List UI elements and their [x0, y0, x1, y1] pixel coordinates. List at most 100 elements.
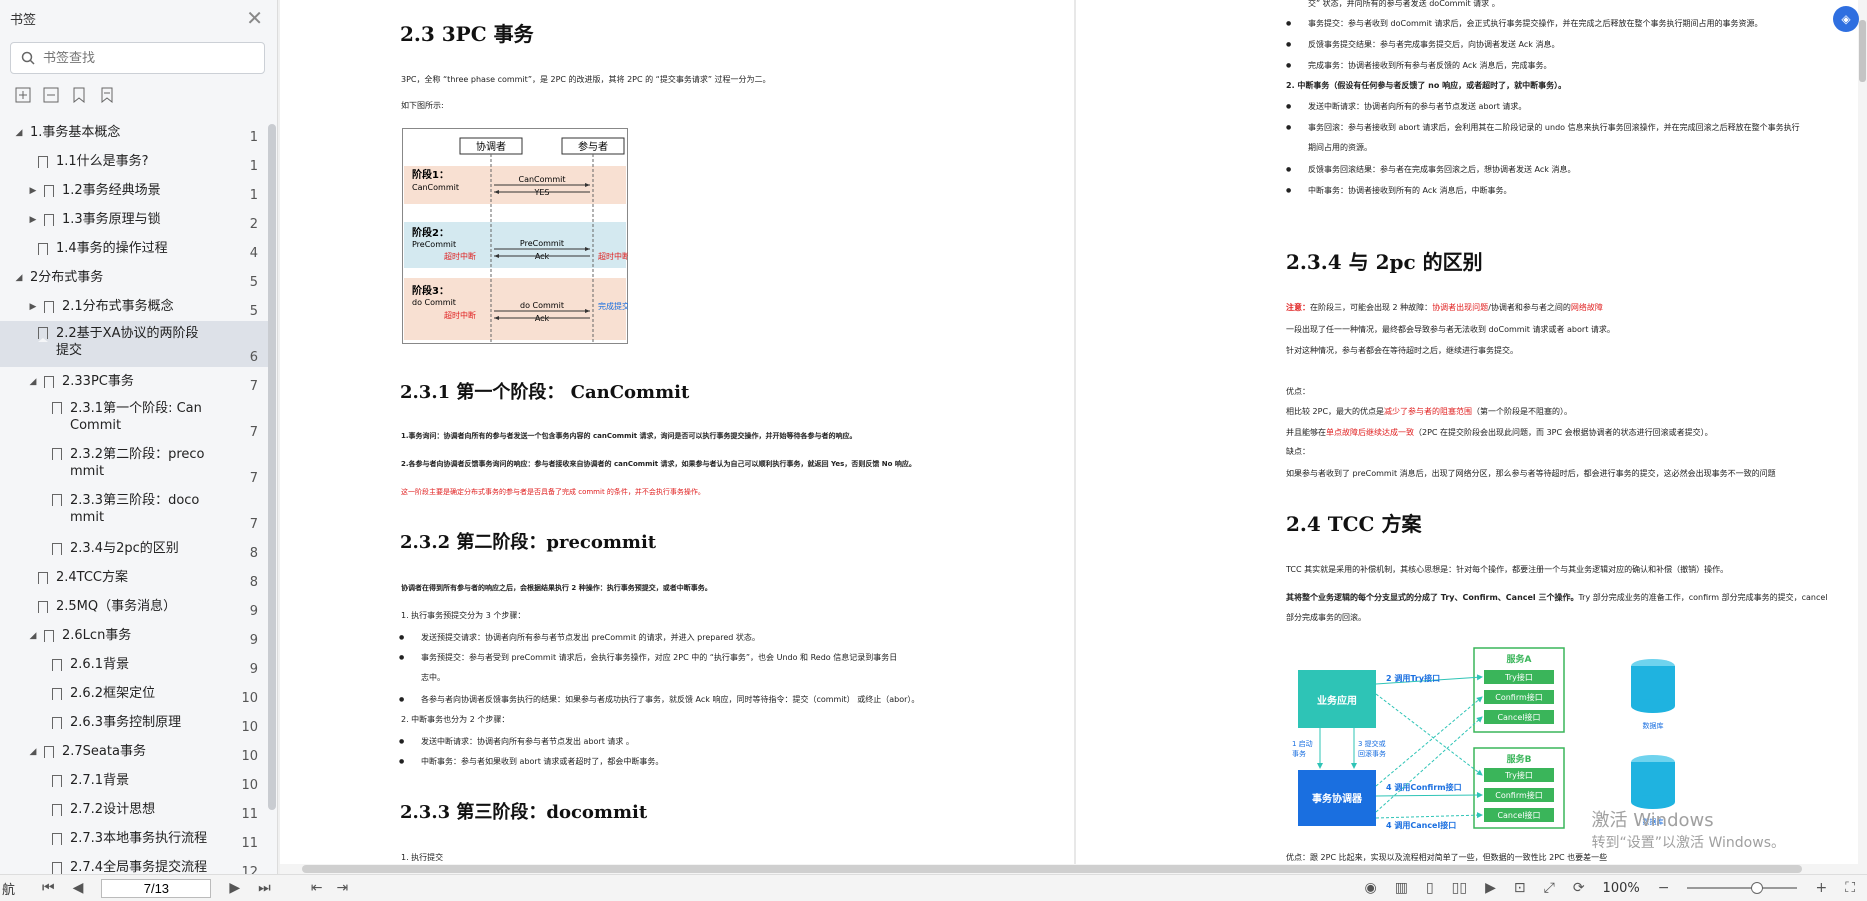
bookmark-item[interactable]: 2.7.4全局事务提交流程 12 — [0, 853, 268, 874]
bookmark-item[interactable]: 1.1什么是事务? 1 — [0, 147, 268, 176]
horizontal-scrollbar[interactable] — [280, 864, 1867, 874]
bookmark-page: 11 — [241, 806, 258, 822]
single-page-icon[interactable]: ▯ — [1426, 880, 1434, 896]
bookmark-item[interactable]: 2.3.2第二阶段：precommit 7 — [0, 442, 268, 488]
zoom-slider[interactable] — [1687, 882, 1798, 894]
collapsed-arrow-icon[interactable]: ▶ — [28, 302, 38, 312]
bookmark-item[interactable]: 2.6.3事务控制原理 10 — [0, 708, 268, 737]
bookmark-item[interactable]: 2.7.2设计思想 11 — [0, 795, 268, 824]
bookmark-item[interactable]: 2.6.1背景 9 — [0, 650, 268, 679]
last-page-icon[interactable]: ⏭ — [258, 880, 271, 896]
zoom-slider-handle[interactable] — [1751, 882, 1764, 894]
bookmark-label: 2.1分布式事务概念 — [62, 299, 174, 314]
diagram-done: 完成提交 — [598, 301, 628, 311]
expand-icon[interactable]: ◢ — [28, 377, 38, 387]
forward-icon[interactable]: ⇥ — [337, 880, 349, 896]
collapsed-arrow-icon[interactable]: ▶ — [28, 215, 38, 225]
actual-size-icon[interactable]: ⊡ — [1514, 880, 1526, 896]
prev-page-icon[interactable]: ◀ — [73, 880, 84, 896]
bookmark-page: 7 — [249, 517, 258, 532]
bookmark-item[interactable]: 2.7.1背景 10 — [0, 766, 268, 795]
bookmark-item[interactable]: 1.4事务的操作过程 4 — [0, 234, 268, 263]
advantage-line: 相比较 2PC，最大的优点是减少了参与者的阻塞范围（第一个阶段是不阻塞的）。 — [1286, 406, 1572, 418]
bookmark-sidebar: 书签 ✕ ◢ 1.事务基本概念 1 1.1什么是事务? 1 ▶ 1.2事务经典场景 1 ▶… — [0, 0, 278, 874]
bookmark-item[interactable]: ◢ 2.6Lcn事务 9 — [0, 621, 268, 650]
expand-all-icon[interactable] — [14, 86, 32, 104]
bookmark-item[interactable]: 2.3.3第三阶段：docommit 7 — [0, 488, 268, 534]
bookmark-label: 2.3.2第二阶段：precommit — [70, 447, 205, 479]
zoom-in-icon[interactable]: + — [1815, 880, 1827, 896]
document-view: 2.3 3PC 事务 3PC，全称 “three phase commit”，是… — [280, 0, 1867, 864]
bookmark-item[interactable]: 2.7.3本地事务执行流程 11 — [0, 824, 268, 853]
expand-icon[interactable]: ◢ — [28, 631, 38, 641]
expand-icon[interactable]: ◢ — [28, 747, 38, 757]
collapsed-arrow-icon[interactable]: ▶ — [28, 186, 38, 196]
bookmark-item-selected[interactable]: 2.2基于XA协议的两阶段提交 6 — [0, 321, 268, 367]
diagram-timeout: 超时中断 — [598, 251, 628, 261]
bookmark-item[interactable]: 2.3.1第一个阶段: Can Commit 7 — [0, 396, 268, 442]
dual-page-icon[interactable]: ▯▯ — [1452, 880, 1467, 896]
edge-label: 3 提交或 — [1358, 739, 1386, 748]
note-text: 在阶段三，可能会出现 2 种故障： — [1310, 303, 1433, 312]
confirm-api-b: Confirm接口 — [1495, 790, 1543, 800]
fullscreen-icon[interactable]: ⛶ — [1845, 880, 1855, 896]
page-navigation: ⏮ ◀ ▶ ⏭ — [42, 878, 271, 898]
expand-icon[interactable]: ◢ — [14, 273, 24, 283]
bookmark-label: 2.6.3事务控制原理 — [70, 715, 182, 730]
bookmark-icon — [44, 629, 54, 645]
add-bookmark-icon[interactable] — [70, 86, 88, 104]
bookmark-icon — [44, 745, 54, 761]
assistant-icon[interactable]: ◈ — [1833, 6, 1859, 32]
bookmark-search[interactable] — [10, 42, 265, 74]
horizontal-scroll-thumb[interactable] — [302, 865, 1802, 873]
bookmark-item[interactable]: ◢ 2.33PC事务 7 — [0, 367, 268, 396]
bookmark-item[interactable]: 2.4TCC方案 8 — [0, 563, 268, 592]
search-input[interactable] — [43, 50, 243, 66]
collapse-all-icon[interactable] — [42, 86, 60, 104]
bookmark-item[interactable]: 2.3.4与2pc的区别 8 — [0, 534, 268, 563]
zoom-out-icon[interactable]: − — [1658, 880, 1670, 896]
bookmark-item[interactable]: 2.5MQ（事务消息） 9 — [0, 592, 268, 621]
page-number-input[interactable] — [101, 878, 212, 898]
bookmark-item[interactable]: ▶ 1.2事务经典场景 1 — [0, 176, 268, 205]
bookmark-item[interactable]: ▶ 1.3事务原理与锁 2 — [0, 205, 268, 234]
bookmark-item[interactable]: ◢ 2分布式事务 5 — [0, 263, 268, 292]
first-page-icon[interactable]: ⏮ — [42, 880, 55, 896]
edge-label: 回滚事务 — [1358, 749, 1386, 758]
bookmark-item[interactable]: ◢ 1.事务基本概念 1 — [0, 118, 268, 147]
play-icon[interactable]: ▶ — [1485, 880, 1496, 896]
bullet-item: 事务预提交：参与者受到 preCommit 请求后，会执行事务操作，对应 2PC… — [399, 652, 897, 664]
fit-width-icon[interactable]: ▥ — [1395, 880, 1408, 896]
bookmark-label: 2.7.1背景 — [70, 773, 130, 788]
vertical-scrollbar[interactable] — [1858, 0, 1867, 864]
bookmark-label: 2.2基于XA协议的两阶段提交 — [56, 326, 199, 358]
next-page-icon[interactable]: ▶ — [229, 880, 240, 896]
fit-page-icon[interactable]: ⤢ — [1544, 880, 1555, 896]
sidebar-toolbar — [0, 74, 277, 114]
expand-icon[interactable]: ◢ — [14, 128, 24, 138]
bold-text: 其将整个业务逻辑的每个分支显式的分成了 Try、Confirm、Cancel 三… — [1286, 593, 1579, 602]
bookmark-item[interactable]: 2.6.2框架定位 10 — [0, 679, 268, 708]
sidebar-scrollbar[interactable] — [268, 124, 276, 810]
edge-label: 事务 — [1292, 749, 1306, 758]
remove-bookmark-icon[interactable] — [98, 86, 116, 104]
close-icon[interactable]: ✕ — [246, 6, 263, 30]
back-icon[interactable]: ⇤ — [311, 880, 323, 896]
zoom-level[interactable]: 100% — [1603, 881, 1640, 896]
paragraph: 针对这种情况，参与者都会在等待超时之后，继续进行事务提交。 — [1286, 346, 1518, 355]
bookmark-page: 6 — [249, 350, 258, 365]
bookmark-label: 1.1什么是事务? — [56, 154, 149, 169]
eye-protection-icon[interactable]: ◉ — [1365, 880, 1377, 896]
label-advantages: 优点： — [1286, 387, 1310, 396]
bookmark-item[interactable]: ◢ 2.7Seata事务 10 — [0, 737, 268, 766]
bookmark-page: 2 — [249, 216, 258, 232]
nav-panel-label[interactable]: 航 — [0, 879, 22, 898]
note-highlight: 网络故障 — [1570, 303, 1603, 312]
bookmark-item[interactable]: ▶ 2.1分布式事务概念 5 — [0, 292, 268, 321]
rotate-icon[interactable]: ⟳ — [1573, 880, 1585, 896]
bookmark-icon — [52, 448, 62, 463]
vertical-scroll-thumb[interactable] — [1859, 20, 1866, 82]
bookmark-page: 10 — [241, 690, 258, 706]
try-api-b: Try接口 — [1504, 770, 1533, 780]
diagram-timeout: 超时中断 — [444, 251, 476, 261]
